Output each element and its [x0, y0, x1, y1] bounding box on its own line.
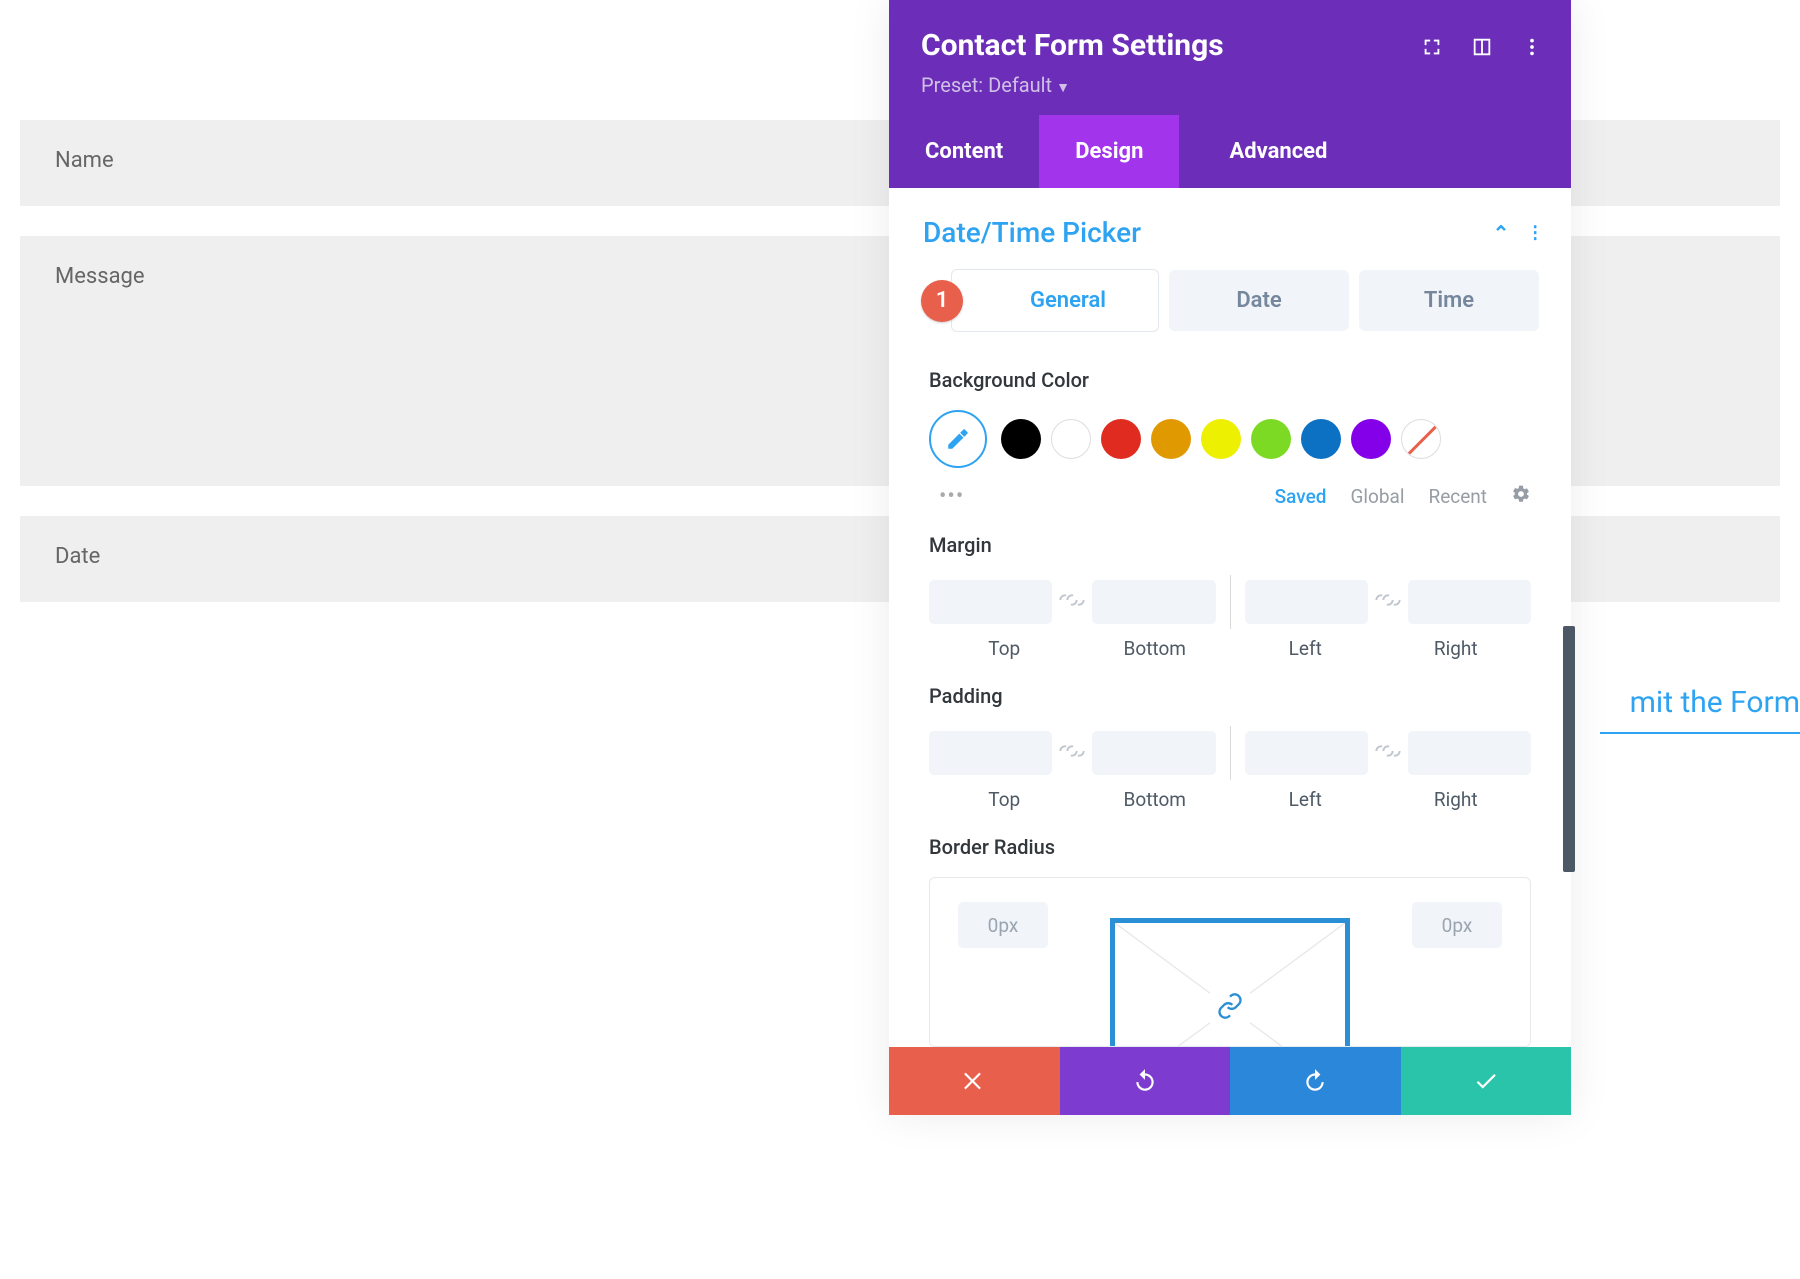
color-picker-button[interactable]	[929, 410, 987, 468]
swatch-orange[interactable]	[1151, 419, 1191, 459]
kebab-icon[interactable]	[1521, 36, 1543, 58]
swatch-black[interactable]	[1001, 419, 1041, 459]
label-left: Left	[1230, 637, 1381, 660]
label-bottom: Bottom	[1080, 788, 1231, 811]
background-color-label: Background Color	[929, 368, 1531, 392]
swatch-none[interactable]	[1401, 419, 1441, 459]
save-button[interactable]	[1401, 1047, 1572, 1115]
padding-left-input[interactable]	[1245, 731, 1368, 775]
submit-button[interactable]: mit the Form	[1600, 685, 1800, 734]
margin-right-input[interactable]	[1408, 580, 1531, 624]
palette-tab-saved[interactable]: Saved	[1275, 485, 1327, 508]
swatch-red[interactable]	[1101, 419, 1141, 459]
label-right: Right	[1381, 637, 1532, 660]
redo-button[interactable]	[1230, 1047, 1401, 1115]
palette-tab-global[interactable]: Global	[1350, 485, 1404, 508]
padding-top-input[interactable]	[929, 731, 1052, 775]
main-tabs: Content Design Advanced	[889, 115, 1571, 188]
label-left: Left	[1230, 788, 1381, 811]
more-dots-icon[interactable]: •••	[939, 484, 964, 509]
palette-tab-recent[interactable]: Recent	[1428, 485, 1487, 508]
swatch-blue[interactable]	[1301, 419, 1341, 459]
gear-icon[interactable]	[1511, 484, 1531, 509]
settings-modal: Contact Form Settings Preset: Default▼ C…	[889, 0, 1571, 1115]
tab-advanced[interactable]: Advanced	[1179, 115, 1377, 188]
padding-right-input[interactable]	[1408, 731, 1531, 775]
subtab-date[interactable]: Date	[1169, 270, 1349, 331]
separator	[1230, 575, 1231, 629]
label-bottom: Bottom	[1080, 637, 1231, 660]
swatch-white[interactable]	[1051, 419, 1091, 459]
tab-content[interactable]: Content	[889, 115, 1039, 188]
border-radius-tl-input[interactable]: 0px	[958, 902, 1048, 948]
label-right: Right	[1381, 788, 1532, 811]
padding-bottom-input[interactable]	[1092, 731, 1215, 775]
section-title[interactable]: Date/Time Picker	[923, 216, 1141, 249]
swatch-green[interactable]	[1251, 419, 1291, 459]
step-badge: 1	[921, 280, 963, 322]
section-kebab-icon[interactable]: ⁝	[1531, 219, 1537, 247]
preset-selector[interactable]: Preset: Default▼	[921, 73, 1539, 97]
swatch-purple[interactable]	[1351, 419, 1391, 459]
margin-left-input[interactable]	[1245, 580, 1368, 624]
chevron-down-icon: ▼	[1056, 80, 1070, 96]
border-radius-control: 0px 0px	[929, 877, 1531, 1047]
subtab-general[interactable]: General	[951, 269, 1159, 332]
label-top: Top	[929, 637, 1080, 660]
border-radius-label: Border Radius	[929, 835, 1531, 859]
cancel-button[interactable]	[889, 1047, 1060, 1115]
link-icon[interactable]	[1058, 741, 1086, 765]
margin-label: Margin	[929, 533, 1531, 557]
link-icon[interactable]	[1210, 986, 1250, 1030]
link-icon[interactable]	[1058, 590, 1086, 614]
border-radius-tr-input[interactable]: 0px	[1412, 902, 1502, 948]
undo-button[interactable]	[1060, 1047, 1231, 1115]
chevron-up-icon[interactable]: ⌃	[1493, 221, 1510, 245]
layout-icon[interactable]	[1471, 36, 1493, 58]
label-top: Top	[929, 788, 1080, 811]
preset-label: Preset: Default	[921, 73, 1052, 97]
modal-header: Contact Form Settings Preset: Default▼	[889, 0, 1571, 115]
expand-icon[interactable]	[1421, 36, 1443, 58]
link-icon[interactable]	[1374, 741, 1402, 765]
margin-top-input[interactable]	[929, 580, 1052, 624]
padding-label: Padding	[929, 684, 1531, 708]
tab-design[interactable]: Design	[1039, 115, 1179, 188]
scrollbar-thumb[interactable]	[1563, 626, 1575, 872]
swatch-yellow[interactable]	[1201, 419, 1241, 459]
separator	[1230, 726, 1231, 780]
border-preview	[1110, 918, 1350, 1047]
settings-panel: Date/Time Picker ⌃ ⁝ 1 General Date Time…	[889, 188, 1571, 1047]
margin-bottom-input[interactable]	[1092, 580, 1215, 624]
modal-footer	[889, 1047, 1571, 1115]
subtab-time[interactable]: Time	[1359, 270, 1539, 331]
link-icon[interactable]	[1374, 590, 1402, 614]
